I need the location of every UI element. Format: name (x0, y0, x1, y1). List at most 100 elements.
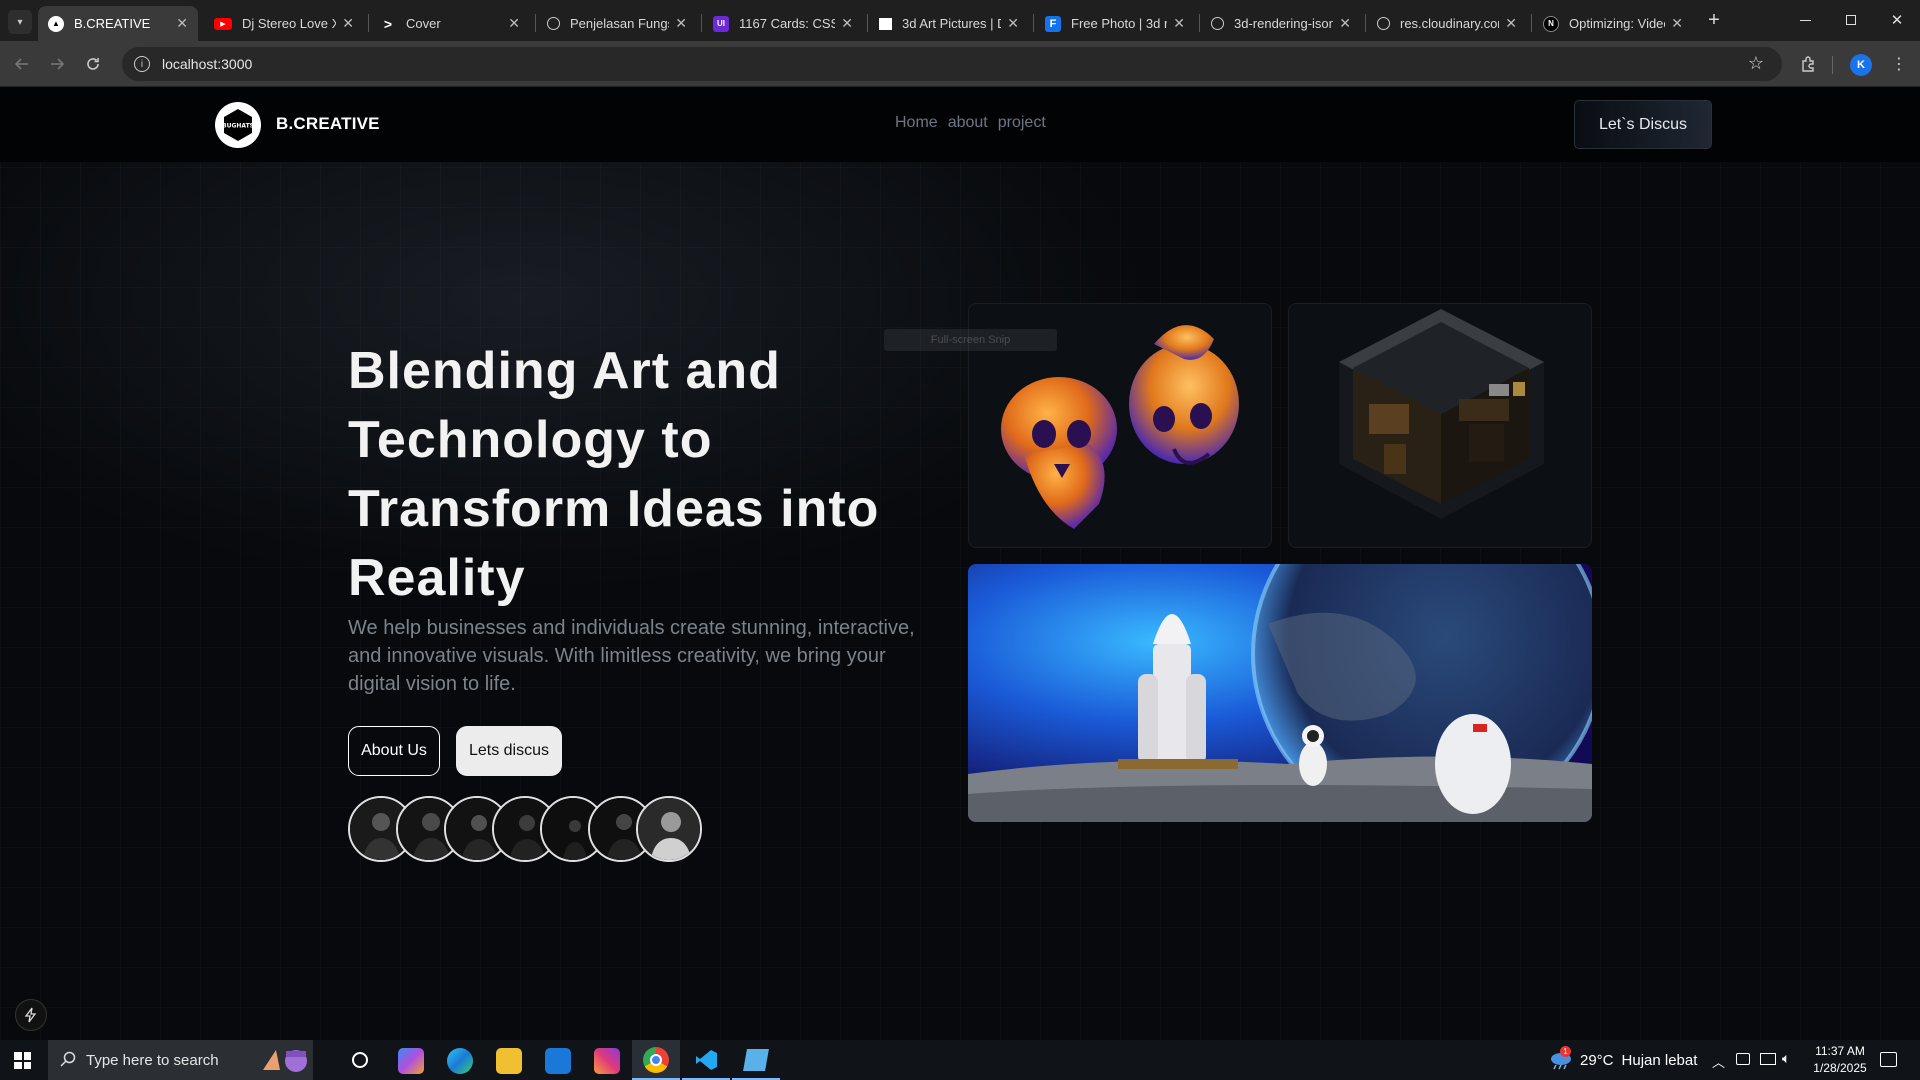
search-placeholder: Type here to search (86, 1051, 219, 1069)
vercel-triangle-icon: ▲ (48, 15, 64, 32)
tab-search-button[interactable]: ▾ (8, 10, 32, 34)
showcase-card-space-shuttle[interactable] (968, 564, 1592, 822)
clock-date: 1/28/2025 (1813, 1061, 1867, 1075)
weather-widget[interactable]: 1 29°C Hujan lebat (1548, 1040, 1697, 1080)
address-bar[interactable]: i localhost:3000 ☆ (122, 47, 1782, 81)
nav-home[interactable]: Home (895, 114, 938, 132)
tab-title: Dj Stereo Love X N (242, 16, 337, 31)
search-highlight-illustration-icon (258, 1045, 308, 1075)
taskbar-search-box[interactable]: Type here to search (48, 1040, 313, 1080)
close-icon[interactable]: ✕ (1339, 15, 1351, 32)
extensions-puzzle-icon[interactable] (1796, 51, 1822, 77)
volume-icon[interactable]: 🔈︎ (1782, 1050, 1790, 1067)
toolbar-divider (1832, 56, 1833, 74)
uiverse-icon: UI (713, 15, 729, 32)
back-arrow-icon[interactable] (9, 51, 35, 77)
close-icon[interactable]: ✕ (841, 15, 853, 32)
tab-title: Cover (406, 16, 441, 31)
globe-icon (1211, 17, 1224, 30)
tab-title: B.CREATIVE (74, 16, 151, 31)
tab-3d-rendering[interactable]: 3d-rendering-isom ✕ (1201, 6, 1361, 41)
logo-text: BUGHATS (222, 123, 254, 130)
lets-discus-button[interactable]: Lets discus (456, 726, 562, 776)
tab-title: Free Photo | 3d re (1071, 16, 1168, 31)
brand-logo[interactable]: BUGHATS (214, 101, 262, 149)
forward-arrow-icon[interactable] (44, 51, 70, 77)
close-icon[interactable]: ✕ (1671, 15, 1683, 32)
close-icon[interactable]: ✕ (1505, 15, 1517, 32)
tab-penjelasan[interactable]: Penjelasan Fungsi ✕ (537, 6, 697, 41)
cortana-circle-icon[interactable] (352, 1052, 368, 1068)
nav-project[interactable]: project (998, 114, 1046, 132)
reload-icon[interactable] (80, 51, 106, 77)
tab-freepik[interactable]: F Free Photo | 3d re ✕ (1035, 6, 1195, 41)
space-shuttle-render-image (968, 564, 1592, 822)
kebab-menu-icon[interactable]: ⋮ (1886, 51, 1912, 77)
youtube-icon: ▶ (214, 17, 232, 30)
tab-divider (535, 14, 536, 32)
showcase-card-isometric-room[interactable] (1288, 303, 1592, 548)
tab-youtube[interactable]: ▶ Dj Stereo Love X N ✕ (204, 6, 364, 41)
nextjs-icon: N (1543, 15, 1559, 32)
close-window-button[interactable]: ✕ (1882, 8, 1912, 32)
tab-b-creative[interactable]: ▲ B.CREATIVE ✕ (38, 6, 198, 41)
windows-start-icon[interactable] (14, 1052, 31, 1069)
chrome-taskbar-item[interactable] (632, 1040, 680, 1080)
hero-title: Blending Art and Technology to Transform… (348, 342, 880, 607)
tab-divider (1365, 14, 1366, 32)
edge-icon[interactable] (447, 1048, 473, 1074)
tab-divider (368, 14, 369, 32)
close-icon[interactable]: ✕ (675, 15, 687, 32)
minimize-button[interactable] (1790, 10, 1820, 30)
close-icon[interactable]: ✕ (1173, 15, 1185, 32)
vscode-taskbar-item[interactable] (682, 1040, 730, 1080)
weather-text: Hujan lebat (1621, 1051, 1698, 1069)
site-header: BUGHATS B.CREATIVE Home about project Le… (0, 87, 1920, 162)
tab-divider (1033, 14, 1034, 32)
tab-uiverse[interactable]: UI 1167 Cards: CSS & ✕ (703, 6, 863, 41)
freepik-icon: F (1045, 15, 1061, 32)
notepad-taskbar-item[interactable] (732, 1040, 780, 1080)
main-nav: Home about project (895, 114, 1046, 132)
meet-now-icon[interactable] (1736, 1053, 1750, 1065)
copilot-icon[interactable] (398, 1048, 424, 1074)
close-icon[interactable]: ✕ (342, 15, 354, 32)
url-text[interactable]: localhost:3000 (162, 56, 252, 72)
restore-button[interactable] (1836, 10, 1866, 30)
close-icon[interactable]: ✕ (176, 15, 188, 32)
clock[interactable]: 11:37 AM 1/28/2025 (1805, 1043, 1875, 1077)
team-avatar[interactable] (636, 796, 702, 862)
site-info-icon[interactable]: i (134, 56, 150, 72)
tray-chevron-up-icon[interactable]: ︿ (1712, 1052, 1725, 1071)
tab-unsplash[interactable]: 3d Art Pictures | D ✕ (869, 6, 1029, 41)
isometric-room-image (1339, 309, 1544, 519)
mail-icon[interactable] (545, 1048, 571, 1074)
bookmark-star-icon[interactable]: ☆ (1748, 53, 1764, 74)
snip-tooltip-ghost: Full-screen Snip (884, 329, 1057, 351)
vscode-icon (694, 1048, 718, 1072)
about-us-button[interactable]: About Us (348, 726, 440, 776)
lets-discus-cta-button[interactable]: Let`s Discus (1574, 100, 1712, 149)
terminal-prompt-icon: > (383, 15, 393, 32)
brand-name[interactable]: B.CREATIVE (276, 114, 380, 134)
windows-taskbar: Type here to search 1 29°C Hujan lebat ︿… (0, 1040, 1920, 1080)
notification-center-icon[interactable] (1880, 1052, 1897, 1067)
nav-about[interactable]: about (948, 114, 988, 132)
tab-title: 1167 Cards: CSS & (739, 16, 836, 31)
search-icon (60, 1051, 76, 1071)
tab-cover[interactable]: > Cover ✕ (370, 6, 530, 41)
profile-avatar[interactable]: K (1850, 54, 1872, 76)
tab-cloudinary[interactable]: res.cloudinary.com ✕ (1367, 6, 1527, 41)
nextjs-dev-indicator-icon[interactable] (15, 999, 47, 1031)
close-icon[interactable]: ✕ (1007, 15, 1019, 32)
close-icon[interactable]: ✕ (508, 15, 520, 32)
network-icon[interactable] (1760, 1053, 1776, 1065)
instagram-icon[interactable] (594, 1048, 620, 1074)
chrome-icon (643, 1047, 669, 1073)
tab-title: res.cloudinary.com (1400, 16, 1500, 31)
globe-icon (1377, 17, 1390, 30)
file-explorer-icon[interactable] (496, 1048, 522, 1074)
tab-nextjs[interactable]: N Optimizing: Video ✕ (1533, 6, 1693, 41)
tab-divider (1531, 14, 1532, 32)
new-tab-button[interactable]: + (1702, 8, 1726, 32)
